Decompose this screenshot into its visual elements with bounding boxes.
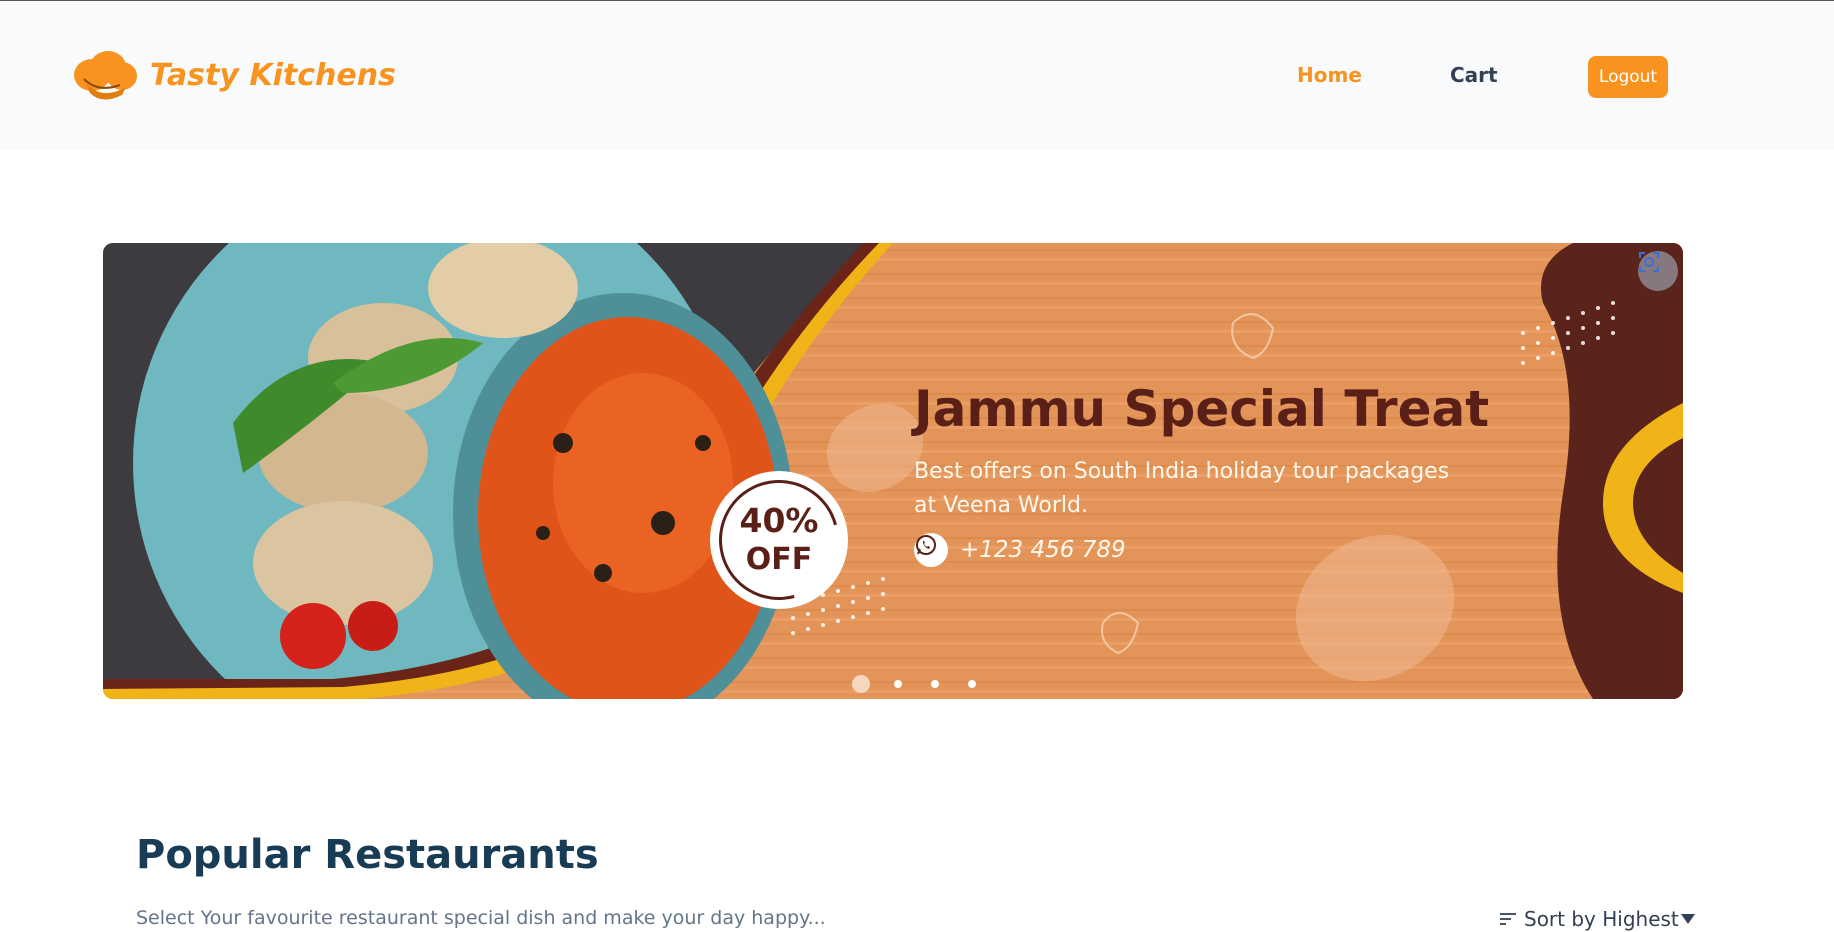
popular-restaurants-subtitle: Select Your favourite restaurant special…	[136, 907, 826, 929]
banner-phone-number: +123 456 789	[960, 537, 1126, 563]
sort-lines-icon	[1500, 913, 1516, 925]
top-navbar: Tasty Kitchens Home Cart Logout	[0, 1, 1834, 150]
brand-name: Tasty Kitchens	[150, 57, 396, 93]
caret-down-icon	[1680, 914, 1695, 924]
whatsapp-icon	[914, 533, 948, 567]
popular-restaurants-title: Popular Restaurants	[136, 832, 599, 878]
nav-link-cart[interactable]: Cart	[1450, 63, 1498, 87]
carousel-dot-4[interactable]	[968, 680, 976, 688]
discount-percent: 40%	[739, 501, 819, 540]
discount-word: OFF	[745, 542, 813, 577]
sort-dropdown[interactable]: Sort by Highest	[1500, 907, 1695, 931]
offer-banner-carousel[interactable]: 40% OFF Jammu Special Treat Best offers …	[103, 243, 1683, 699]
banner-phone-row: +123 456 789	[914, 533, 1126, 567]
carousel-dot-3[interactable]	[931, 680, 939, 688]
logout-button[interactable]: Logout	[1588, 56, 1668, 98]
banner-title: Jammu Special Treat	[914, 380, 1490, 438]
scan-icon[interactable]	[1638, 251, 1678, 291]
chef-hat-icon	[74, 51, 137, 100]
carousel-dot-1[interactable]	[852, 675, 870, 693]
discount-badge: 40% OFF	[697, 458, 861, 622]
nav-link-home[interactable]: Home	[1297, 63, 1362, 87]
carousel-dot-2[interactable]	[894, 680, 902, 688]
sort-label: Sort by Highest	[1524, 907, 1679, 931]
brand-logo[interactable]: Tasty Kitchens	[72, 49, 396, 101]
carousel-indicators	[852, 675, 1005, 693]
banner-description: Best offers on South India holiday tour …	[914, 459, 1450, 518]
